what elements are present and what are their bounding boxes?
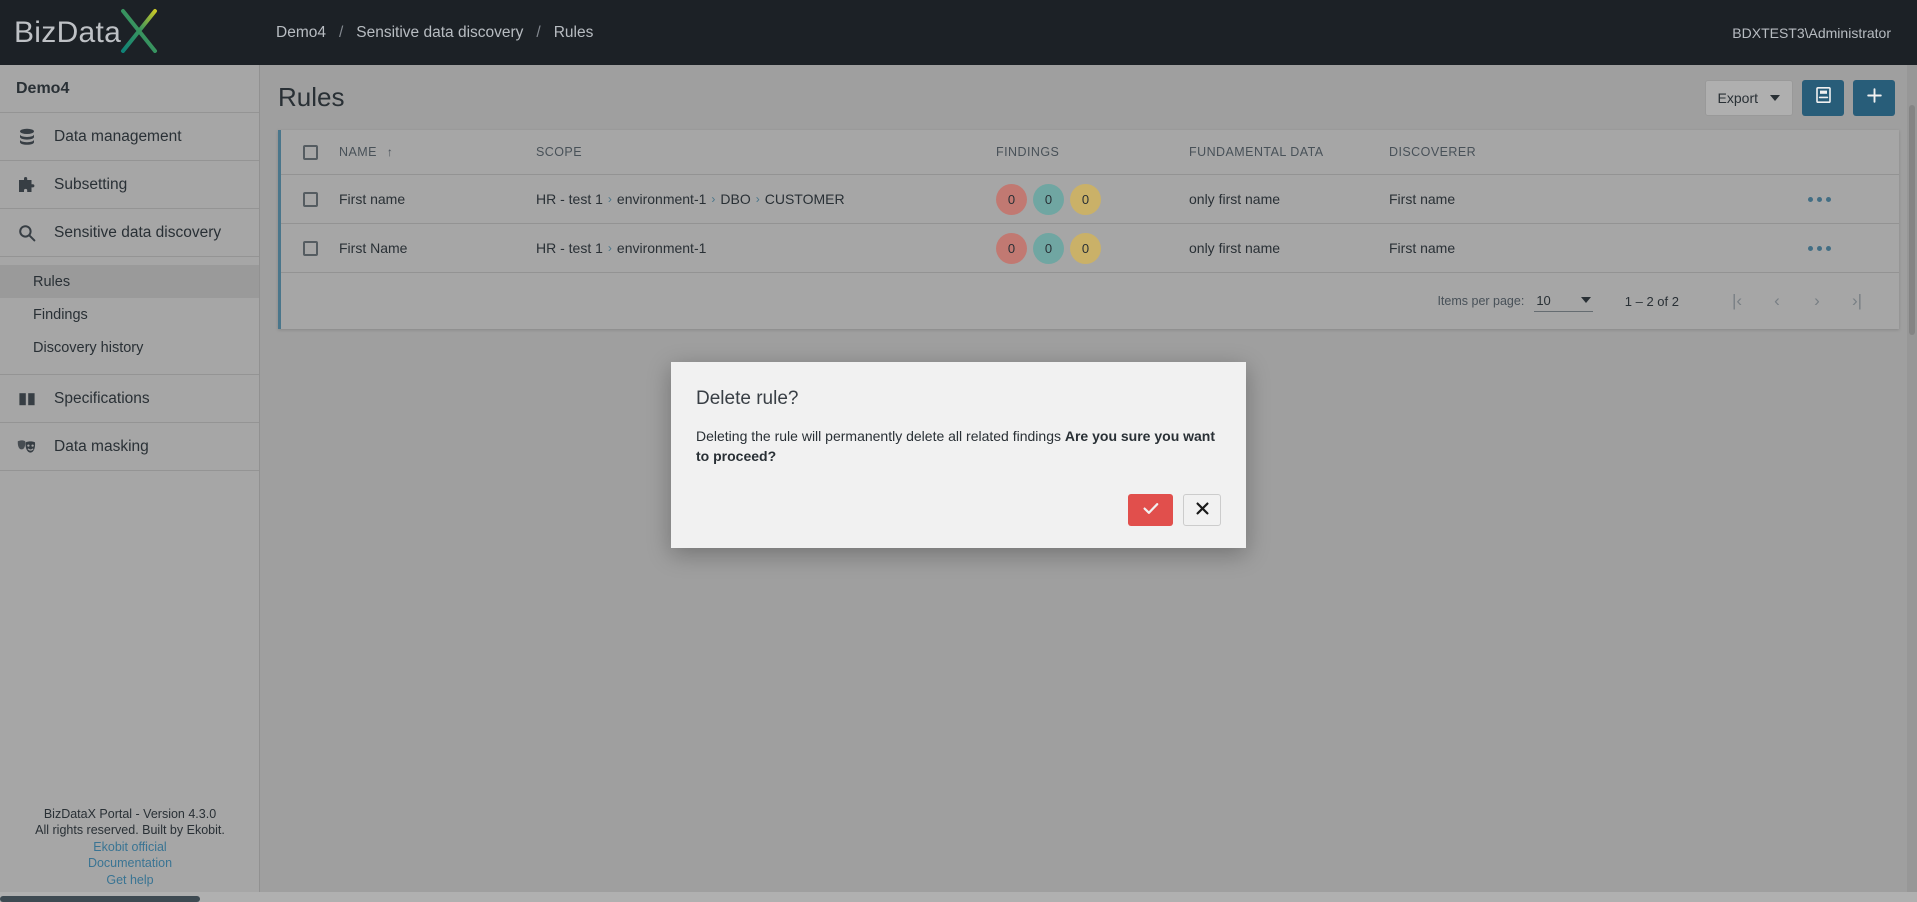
horizontal-scrollbar[interactable] [0, 892, 1917, 902]
horizontal-scrollbar-thumb[interactable] [0, 896, 200, 902]
modal-overlay[interactable] [0, 0, 1917, 902]
